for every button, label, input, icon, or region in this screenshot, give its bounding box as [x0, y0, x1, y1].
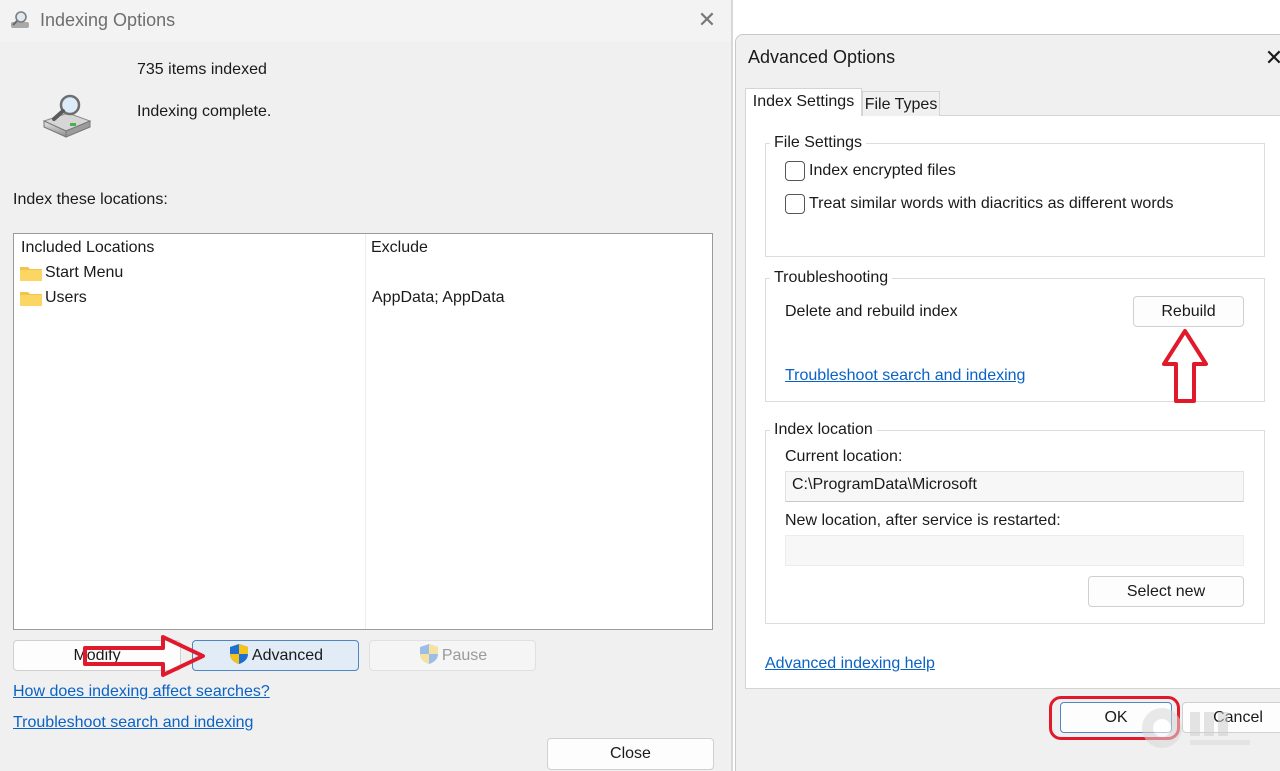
indexing-magnifier-drive-icon [42, 94, 92, 138]
folder-icon [20, 292, 42, 306]
window-title: Indexing Options [40, 10, 176, 30]
select-new-button-label: Select new [1126, 583, 1206, 600]
close-icon[interactable]: ✕ [694, 6, 720, 34]
current-location-label: Current location: [785, 448, 903, 465]
tab-index-settings[interactable]: Index Settings [745, 88, 862, 116]
index-encrypted-checkbox[interactable] [785, 161, 805, 181]
index-encrypted-label[interactable]: Index encrypted files [809, 162, 956, 180]
watermark-logo [1142, 708, 1250, 748]
table-row[interactable]: Start Menu [14, 261, 712, 286]
troubleshoot-search-indexing-link[interactable]: Troubleshoot search and indexing [785, 367, 1025, 385]
pause-button-label: Pause [441, 647, 488, 664]
indexing-affect-searches-link[interactable]: How does indexing affect searches? [13, 683, 270, 701]
indexing-window-icon [11, 11, 29, 28]
diacritics-checkbox[interactable] [785, 194, 805, 214]
location-exclude: AppData; AppData [372, 289, 505, 306]
troubleshooting-title: Troubleshooting [770, 269, 893, 287]
locations-table[interactable]: Included Locations Exclude Start Menu Us… [13, 233, 713, 630]
advanced-indexing-help-link[interactable]: Advanced indexing help [765, 655, 935, 673]
current-location-field[interactable]: C:\ProgramData\Microsoft [785, 471, 1244, 502]
new-location-label: New location, after service is restarted… [785, 512, 1061, 529]
advanced-button-label: Advanced [251, 647, 324, 664]
diacritics-label[interactable]: Treat similar words with diacritics as d… [809, 195, 1174, 213]
location-name: Start Menu [45, 264, 124, 281]
folder-icon [20, 267, 42, 281]
annotation-arrow-right-icon [83, 635, 205, 677]
pause-button[interactable]: Pause [369, 640, 536, 671]
window-edge [731, 0, 733, 771]
index-locations-heading: Index these locations: [13, 191, 168, 208]
uac-shield-icon [229, 644, 248, 664]
new-location-field[interactable] [785, 535, 1244, 566]
uac-shield-icon [419, 644, 438, 664]
items-indexed-count: 735 items indexed [137, 61, 267, 78]
rebuild-button[interactable]: Rebuild [1133, 296, 1244, 327]
indexing-status: Indexing complete. [137, 103, 272, 120]
indexing-options-titlebar: Indexing Options ✕ [0, 0, 731, 42]
close-button[interactable]: Close [547, 738, 714, 770]
rebuild-button-label: Rebuild [1161, 303, 1216, 320]
annotation-arrow-up-icon [1162, 329, 1208, 403]
dialog-title: Advanced Options [748, 47, 896, 67]
index-location-title: Index location [770, 421, 877, 439]
file-settings-title: File Settings [770, 134, 867, 152]
header-included-locations[interactable]: Included Locations [21, 239, 154, 257]
close-icon[interactable]: ✕ [1264, 44, 1280, 72]
select-new-button[interactable]: Select new [1088, 576, 1244, 607]
close-button-label: Close [610, 745, 651, 762]
header-exclude[interactable]: Exclude [371, 239, 428, 257]
tab-file-types[interactable]: File Types [862, 91, 940, 116]
troubleshoot-search-indexing-link[interactable]: Troubleshoot search and indexing [13, 714, 253, 732]
advanced-button[interactable]: Advanced [192, 640, 359, 671]
rebuild-index-label: Delete and rebuild index [785, 303, 958, 320]
table-row[interactable]: Users AppData; AppData [14, 286, 712, 311]
location-name: Users [45, 289, 87, 306]
